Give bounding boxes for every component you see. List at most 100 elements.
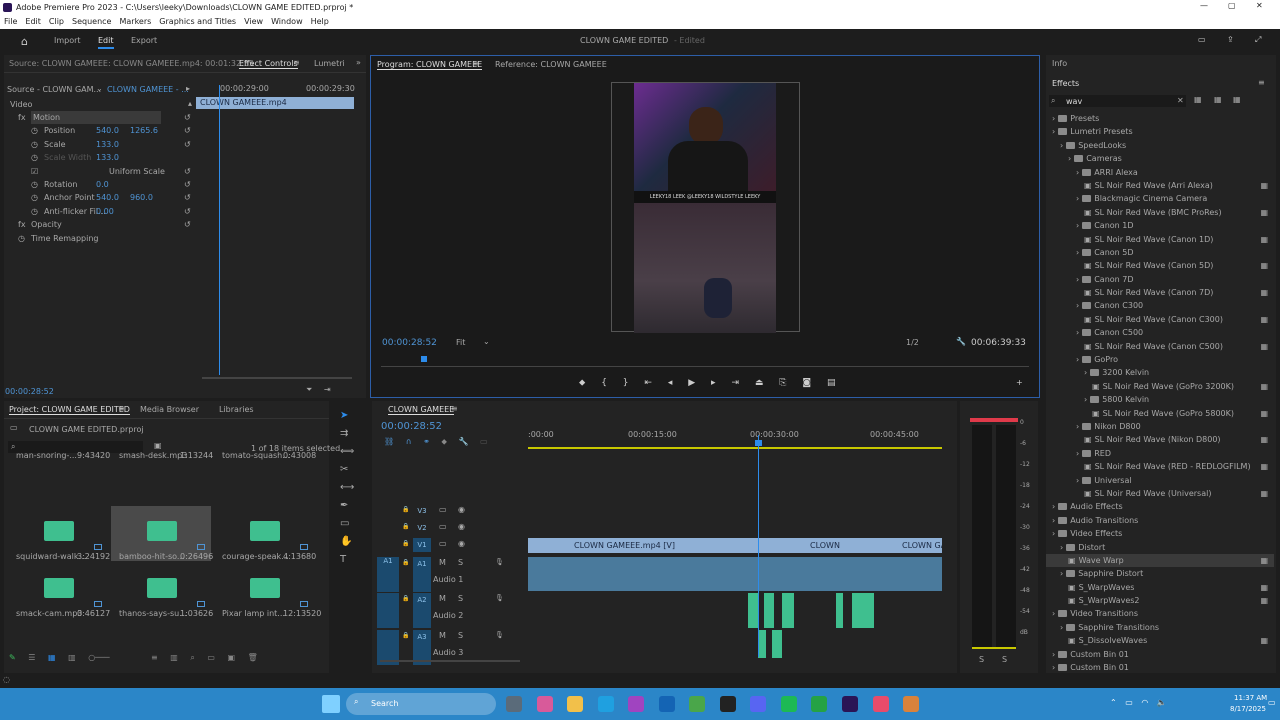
stopwatch-icon[interactable]: ◷ (31, 138, 38, 151)
effects-tree-item[interactable]: › Canon 1D (1046, 219, 1274, 232)
effect-icon[interactable]: ▣ (1084, 489, 1092, 498)
effects-tree-item[interactable]: › Video Effects (1046, 527, 1274, 540)
lock-icon[interactable]: 🔒 (402, 559, 409, 566)
tab-reference[interactable]: Reference: CLOWN GAMEEE (495, 60, 607, 69)
effects-tree-item[interactable]: › Lumetri Presets (1046, 125, 1274, 138)
solo-button[interactable]: S (458, 631, 463, 640)
playhead-handle[interactable] (755, 440, 762, 446)
clear-search-icon[interactable]: ✕ (1177, 96, 1184, 105)
project-item[interactable]: man-snoring-... 9:43420 (8, 449, 110, 504)
effects-tree-item[interactable]: ▣ SL Noir Red Wave (Canon 7D) ▦ (1046, 286, 1274, 299)
effects-tree-item[interactable]: › Custom Bin 01 (1046, 661, 1274, 674)
project-item[interactable]: smash-desk.mp3 1:13244 (111, 449, 213, 504)
project-item-name[interactable]: tomato-squash... (222, 451, 290, 460)
app-icon[interactable] (628, 696, 645, 712)
razor-icon[interactable]: ✂ (340, 464, 360, 482)
effect-icon[interactable]: ▣ (1068, 636, 1076, 645)
effects-tree-item[interactable]: › Sapphire Distort (1046, 567, 1274, 580)
snap-icon[interactable]: ∩ (406, 437, 412, 446)
microphone-icon[interactable]: 🎙 (495, 631, 504, 639)
discord-icon[interactable] (750, 696, 767, 712)
tab-import[interactable]: Import (54, 36, 81, 45)
panel-menu-icon[interactable]: ≡ (472, 59, 479, 68)
project-item-name[interactable]: smack-cam.mp3 (16, 609, 82, 618)
effects-tree-item[interactable]: › Presets (1046, 112, 1274, 125)
media-app-icon[interactable] (719, 696, 736, 712)
chevron-down-icon[interactable]: ⌄ (96, 84, 103, 93)
effects-tree-item[interactable]: ▣ SL Noir Red Wave (Canon 1D) ▦ (1046, 233, 1274, 246)
panel-menu-icon[interactable]: ≡ (1258, 78, 1265, 87)
effects-tree-item[interactable]: › ARRI Alexa (1046, 166, 1274, 179)
panel-menu-icon[interactable]: ≡ (118, 404, 125, 413)
timeline-timecode[interactable]: 00:00:28:52 (381, 421, 442, 432)
effects-tree-item[interactable]: › Audio Transitions (1046, 514, 1274, 527)
track-header[interactable]: 🔒 A2 M S 🎙 Audio 2 (377, 593, 525, 628)
tab-lumetri[interactable]: Lumetri (314, 59, 345, 68)
add-button-icon[interactable]: + (1016, 378, 1023, 387)
effects-tree-item[interactable]: › Video Transitions (1046, 607, 1274, 620)
param-row[interactable]: ☑ Uniform Scale ↺ (4, 165, 199, 178)
outlook-icon[interactable] (658, 696, 675, 712)
chevron-icon[interactable]: › (1084, 395, 1087, 404)
sort-icon[interactable]: ≡ (151, 653, 158, 662)
zoom-bar[interactable] (202, 377, 352, 379)
chevron-icon[interactable]: › (1052, 663, 1055, 672)
step-back-icon[interactable]: ◂ (668, 378, 673, 388)
icon-view-icon[interactable]: ▦ (48, 653, 56, 662)
param-row[interactable]: ◷ Rotation 0.0 ↺ (4, 178, 199, 191)
track-id[interactable]: V1 (413, 538, 431, 552)
fullscreen-icon[interactable]: ⤢ (1255, 35, 1261, 45)
tab-edit[interactable]: Edit (98, 36, 114, 49)
chevron-icon[interactable]: › (1052, 127, 1055, 136)
menu-graphics-and-titles[interactable]: Graphics and Titles (155, 15, 240, 29)
go-to-in-icon[interactable]: ⇤ (644, 378, 652, 388)
track-id[interactable]: A1 (413, 557, 431, 592)
tab-effect-controls[interactable]: Effect Controls (239, 59, 298, 69)
audio-clip-a2[interactable] (748, 593, 758, 628)
list-view-icon[interactable]: ☰ (28, 653, 35, 662)
network-icon[interactable]: ▭ (1125, 698, 1133, 707)
effects-tree-item[interactable]: ▣ SL Noir Red Wave (Arri Alexa) ▦ (1046, 179, 1274, 192)
tab-media-browser[interactable]: Media Browser (140, 405, 199, 414)
project-item-name[interactable]: bamboo-hit-so... (119, 552, 185, 561)
effect-icon[interactable]: ▣ (1084, 208, 1092, 217)
eye-icon[interactable]: ◉ (458, 505, 465, 514)
lock-icon[interactable]: 🔒 (402, 632, 409, 639)
lock-icon[interactable]: 🔒 (402, 540, 409, 547)
captions-icon[interactable]: ▭ (480, 437, 488, 446)
effects-tree-item[interactable]: › Distort (1046, 541, 1274, 554)
effect-icon[interactable]: ▣ (1084, 342, 1092, 351)
microphone-icon[interactable]: 🎙 (495, 594, 504, 602)
effects-tree-item[interactable]: › Canon C300 (1046, 299, 1274, 312)
tab-libraries[interactable]: Libraries (219, 405, 254, 414)
slip-icon[interactable]: ⟷ (340, 482, 360, 500)
effect-icon[interactable]: ▣ (1084, 181, 1092, 190)
close-icon[interactable]: ✕ (1256, 1, 1263, 10)
tab-project[interactable]: Project: CLOWN GAME EDITED (9, 405, 130, 415)
param-row[interactable]: ◷ Anchor Point 540.0 960.0 ↺ (4, 191, 199, 204)
menu-help[interactable]: Help (307, 15, 333, 29)
effects-tree-item[interactable]: ▣ Wave Warp ▦ (1046, 553, 1274, 568)
param-row[interactable]: ◷ Scale Width 133.0 (4, 151, 199, 164)
audio-clip-a1[interactable] (528, 557, 942, 591)
step-forward-icon[interactable]: ▸ (711, 378, 716, 388)
mute-button[interactable]: M (439, 631, 446, 640)
task-view-icon[interactable] (506, 696, 522, 712)
program-playhead[interactable] (421, 356, 427, 362)
reset-icon[interactable]: ↺ (184, 138, 191, 151)
lock-icon[interactable]: 🔒 (402, 506, 409, 513)
effects-tree-item[interactable]: ▣ SL Noir Red Wave (GoPro 5800K) ▦ (1046, 407, 1274, 420)
fx-icon[interactable]: fx (18, 111, 26, 124)
param-value[interactable]: 133.0 (96, 151, 119, 164)
effects-tree-item[interactable]: › Blackmagic Cinema Camera (1046, 192, 1274, 205)
32bit-effects-icon[interactable]: ▦ (1214, 95, 1222, 104)
microphone-icon[interactable]: 🎙 (495, 558, 504, 566)
timeline-playhead[interactable] (758, 435, 759, 657)
lift-icon[interactable]: ⏏ (755, 378, 764, 388)
lock-icon[interactable]: 🔒 (402, 595, 409, 602)
rectangle-icon[interactable]: ▭ (340, 518, 360, 536)
menu-clip[interactable]: Clip (45, 15, 68, 29)
chevron-icon[interactable]: › (1076, 248, 1079, 257)
param-row[interactable]: ◷ Position 540.0 1265.6 ↺ (4, 124, 199, 137)
chevron-icon[interactable]: › (1076, 355, 1079, 364)
